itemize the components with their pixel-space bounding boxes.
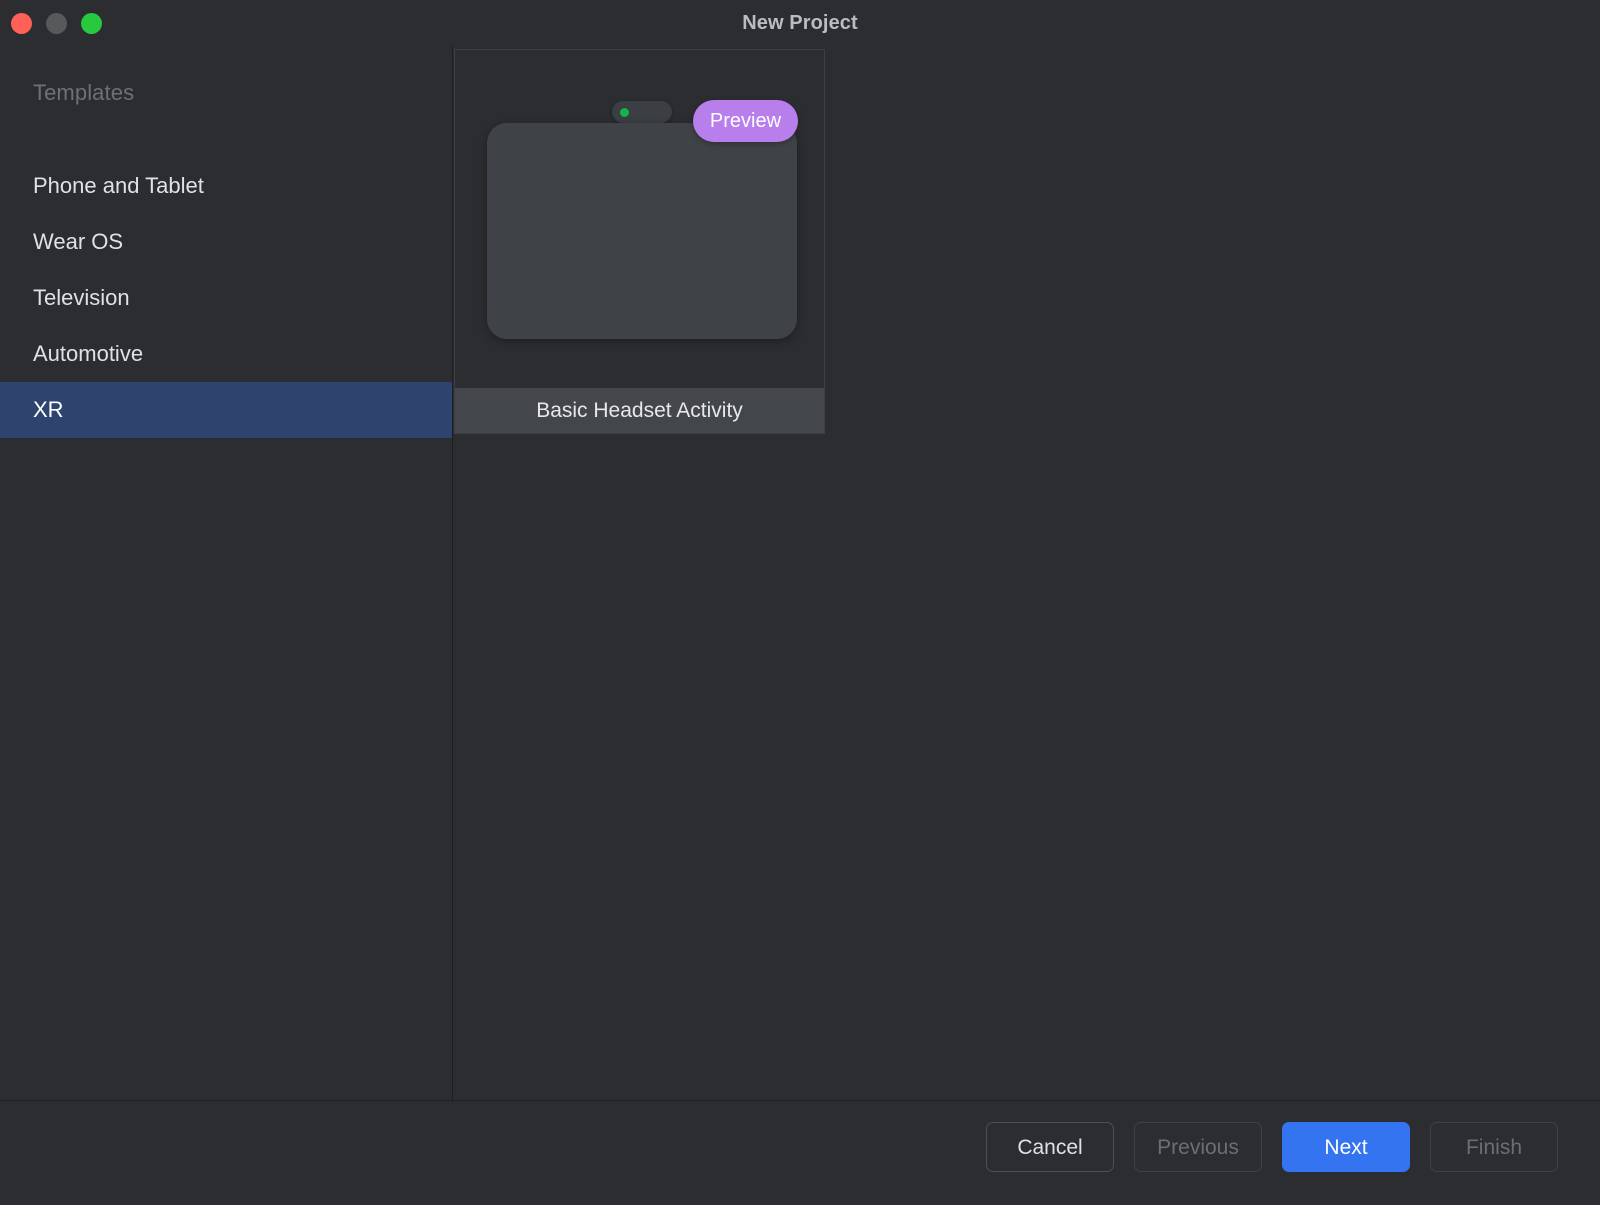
templates-sidebar: Templates Phone and Tablet Wear OS Telev… <box>0 46 452 1100</box>
dialog-footer: Cancel Previous Next Finish <box>0 1101 1600 1205</box>
status-pill <box>612 101 672 123</box>
previous-button: Previous <box>1134 1122 1262 1172</box>
window-titlebar: New Project <box>0 0 1600 46</box>
footer-button-row: Cancel Previous Next Finish <box>986 1122 1558 1172</box>
sidebar-item-xr[interactable]: XR <box>0 382 452 438</box>
window-title: New Project <box>0 0 1600 46</box>
sidebar-item-phone-and-tablet[interactable]: Phone and Tablet <box>0 158 452 214</box>
sidebar-section-header: Templates <box>33 80 134 106</box>
sidebar-item-automotive[interactable]: Automotive <box>0 326 452 382</box>
preview-badge: Preview <box>693 100 798 142</box>
next-button[interactable]: Next <box>1282 1122 1410 1172</box>
template-card-basic-headset-activity[interactable]: Preview Basic Headset Activity <box>454 49 825 434</box>
sidebar-item-television[interactable]: Television <box>0 270 452 326</box>
template-card-label: Basic Headset Activity <box>455 388 824 433</box>
cancel-button[interactable]: Cancel <box>986 1122 1114 1172</box>
finish-button: Finish <box>1430 1122 1558 1172</box>
headset-panel-illustration <box>487 123 797 339</box>
template-grid: Preview Basic Headset Activity <box>453 46 1600 1100</box>
green-status-dot-icon <box>620 108 629 117</box>
sidebar-item-list: Phone and Tablet Wear OS Television Auto… <box>0 158 452 438</box>
template-thumbnail: Preview <box>455 50 824 388</box>
dialog-content: Templates Phone and Tablet Wear OS Telev… <box>0 46 1600 1100</box>
sidebar-item-wear-os[interactable]: Wear OS <box>0 214 452 270</box>
